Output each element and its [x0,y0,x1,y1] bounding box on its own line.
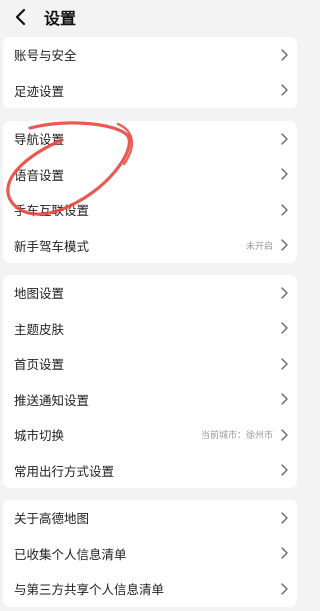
settings-item-theme[interactable]: 主题皮肤 [3,311,297,347]
chevron-right-icon [279,511,289,525]
chevron-right-icon [279,203,289,217]
settings-item-label: 导航设置 [14,132,65,148]
settings-item-push-notification[interactable]: 推送通知设置 [3,382,297,418]
settings-item-label: 推送通知设置 [14,392,90,408]
settings-item-label: 账号与安全 [14,48,77,64]
chevron-right-icon [279,463,289,477]
settings-item-novice-driving[interactable]: 新手驾车模式 未开启 [3,228,297,264]
settings-item-label: 地图设置 [14,286,65,302]
settings-item-label: 关于高德地图 [14,511,90,527]
chevron-right-icon [279,48,289,62]
settings-item-collected-info-list[interactable]: 已收集个人信息清单 [3,536,297,572]
chevron-right-icon [279,167,289,181]
settings-item-homepage[interactable]: 首页设置 [3,346,297,382]
top-bar: 设置 [0,0,300,34]
settings-item-third-party-share-list[interactable]: 与第三方共享个人信息清单 [3,571,297,607]
settings-item-label: 城市切换 [14,428,65,444]
settings-item-status: 未开启 [245,241,273,252]
settings-item-navigation[interactable]: 导航设置 [3,121,297,157]
settings-item-label: 主题皮肤 [14,321,65,337]
settings-item-car-connect[interactable]: 手车互联设置 [3,192,297,228]
settings-item-label: 与第三方共享个人信息清单 [14,582,165,598]
settings-item-map[interactable]: 地图设置 [3,275,297,311]
chevron-right-icon [279,582,289,596]
chevron-right-icon [279,286,289,300]
settings-item-account-security[interactable]: 账号与安全 [3,37,297,73]
settings-item-label: 已收集个人信息清单 [14,546,127,562]
settings-item-label: 常用出行方式设置 [14,463,115,479]
settings-group-account: 账号与安全 足迹设置 [3,37,297,108]
settings-item-footprint[interactable]: 足迹设置 [3,73,297,109]
settings-item-label: 首页设置 [14,357,65,373]
settings-item-city-switch[interactable]: 城市切换 当前城市：徐州市 [3,417,297,453]
chevron-right-icon [279,428,289,442]
settings-item-travel-mode[interactable]: 常用出行方式设置 [3,453,297,489]
page-title: 设置 [44,9,77,28]
chevron-right-icon [279,546,289,560]
settings-item-about[interactable]: 关于高德地图 [3,500,297,536]
settings-item-label: 语音设置 [14,167,65,183]
back-button[interactable] [10,6,32,28]
chevron-right-icon [279,132,289,146]
settings-item-label: 足迹设置 [14,83,65,99]
settings-item-label: 手车互联设置 [14,203,90,219]
chevron-right-icon [279,357,289,371]
chevron-right-icon [279,321,289,335]
chevron-left-icon [15,8,26,26]
chevron-right-icon [279,83,289,97]
settings-item-label: 新手驾车模式 [14,238,90,254]
settings-item-voice[interactable]: 语音设置 [3,157,297,193]
settings-group-about: 关于高德地图 已收集个人信息清单 与第三方共享个人信息清单 [3,500,297,607]
chevron-right-icon [279,392,289,406]
current-city-value: 当前城市：徐州市 [200,431,273,442]
settings-group-navigation: 导航设置 语音设置 手车互联设置 新手驾车模式 未开启 [3,121,297,263]
settings-group-general: 地图设置 主题皮肤 首页设置 推送通知设置 城市切换 当前城市：徐州市 常用出行… [3,275,297,488]
chevron-right-icon [279,238,289,252]
